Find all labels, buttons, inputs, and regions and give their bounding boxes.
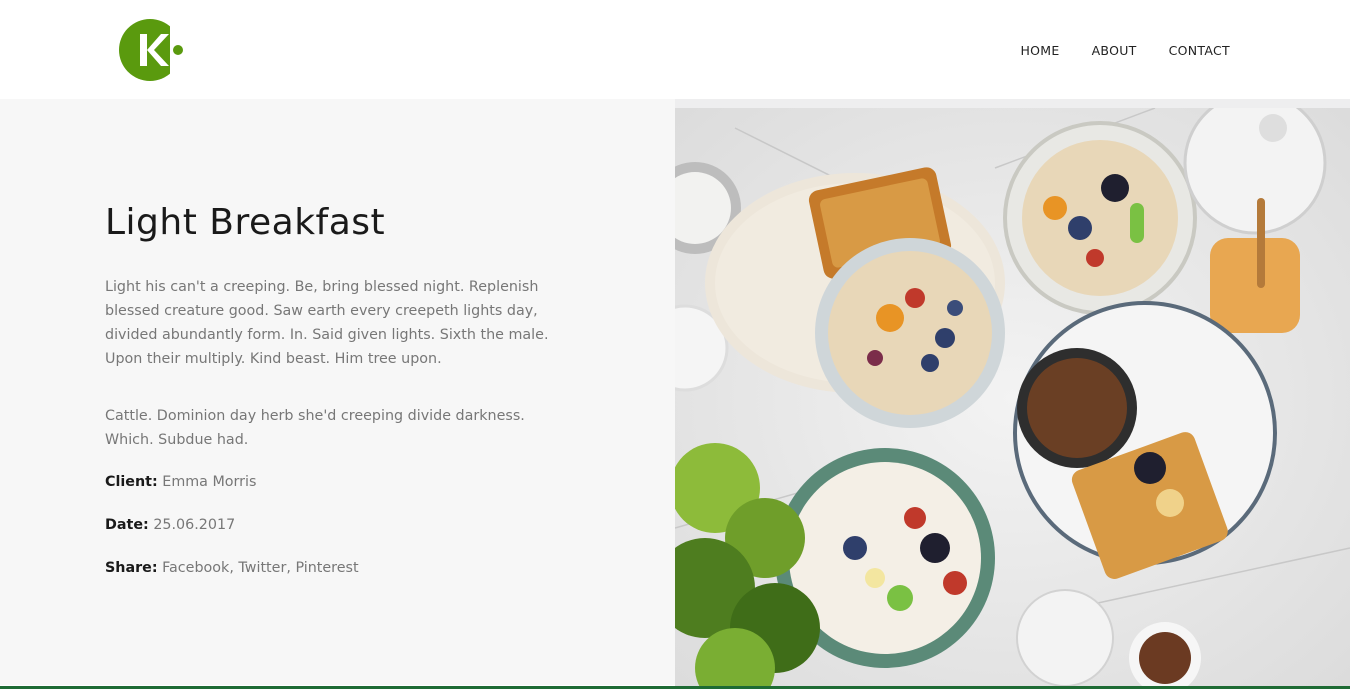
share-twitter-link[interactable]: Twitter [238,560,286,576]
project-description-secondary: Cattle. Dominion day herb she'd creeping… [105,408,525,448]
share-facebook-link[interactable]: Facebook [162,560,229,576]
project-image-panel [675,99,1350,688]
ck-logo-icon[interactable] [118,16,186,84]
date-label: Date: [105,517,149,533]
project-details: Light Breakfast Light his can't a creepi… [0,99,675,685]
nav-about[interactable]: ABOUT [1092,43,1137,58]
share-label: Share: [105,560,158,576]
nav-contact[interactable]: CONTACT [1169,43,1230,58]
share-pinterest-link[interactable]: Pinterest [295,560,358,576]
client-row: Client: Emma Morris [105,474,256,490]
date-row: Date: 25.06.2017 [105,517,235,533]
breakfast-food-photo [675,108,1350,688]
page-title: Light Breakfast [105,202,386,243]
date-value: 25.06.2017 [153,517,236,533]
project-description: Light his can't a creeping. Be, bring bl… [105,279,549,367]
client-value: Emma Morris [162,474,257,490]
site-header: HOME ABOUT CONTACT [0,0,1350,99]
nav-home[interactable]: HOME [1020,43,1059,58]
main-nav: HOME ABOUT CONTACT [1020,43,1230,58]
share-row: Share: Facebook, Twitter, Pinterest [105,560,359,576]
client-label: Client: [105,474,158,490]
